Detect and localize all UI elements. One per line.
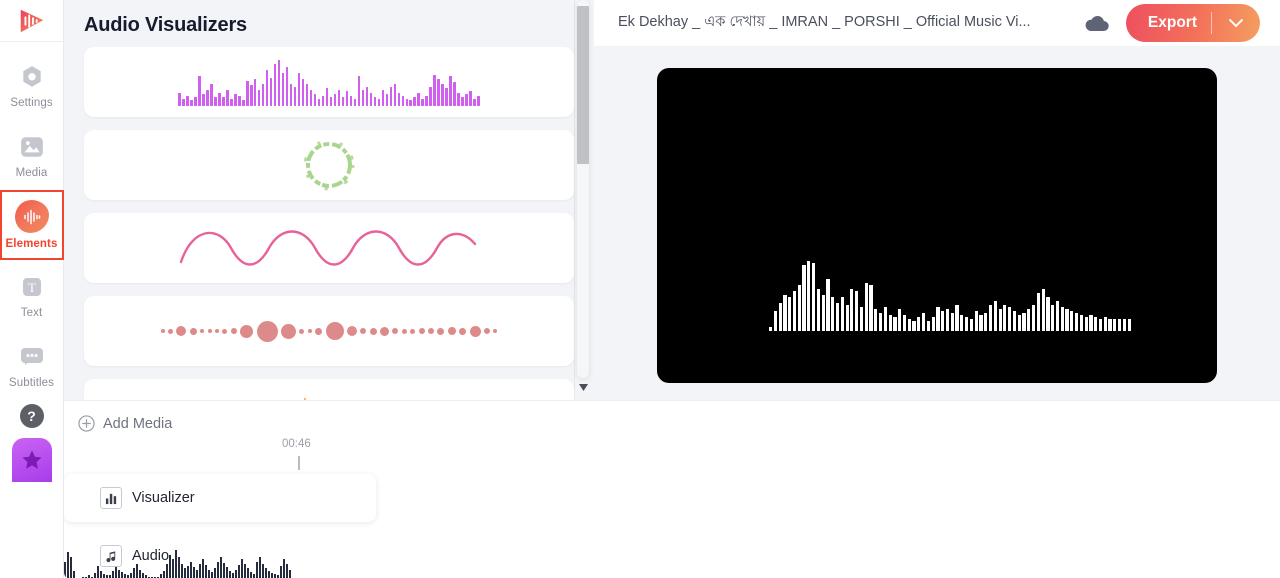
wave-play-logo-icon [20, 9, 43, 32]
help-button[interactable]: ? [19, 404, 44, 428]
upgrade-star-button[interactable] [11, 438, 52, 482]
sidebar-item-label: Media [15, 166, 48, 179]
page-title: Audio Visualizers [84, 14, 247, 36]
track-label: Audio [132, 548, 170, 564]
sidebar-item-text[interactable]: T Text [0, 260, 64, 330]
timeline-track-audio[interactable]: Audio [64, 532, 376, 578]
captions-icon [17, 342, 47, 372]
scrollbar-thumb[interactable] [577, 6, 589, 164]
top-header-bar: Ek Dekhay _ এক দেখায় _ IMRAN _ PORSHI _… [594, 0, 1280, 46]
visualizer-card-circle[interactable] [84, 130, 574, 200]
sidebar-item-label: Text [20, 306, 43, 319]
ring-preview [301, 137, 357, 193]
audio-editor-app: Settings Media Elements T Text Subtitles… [0, 0, 1280, 578]
add-media-label: Add Media [103, 415, 173, 432]
image-icon [17, 132, 47, 162]
visualizer-card-amber-bars[interactable] [84, 379, 574, 400]
visualizer-card-list [64, 47, 594, 400]
video-canvas[interactable] [657, 68, 1217, 383]
timeline-track-visualizer[interactable]: Visualizer [64, 474, 376, 522]
video-preview-area [594, 46, 1280, 396]
sine-wave-preview [179, 230, 477, 266]
project-title[interactable]: Ek Dekhay _ এক দেখায় _ IMRAN _ PORSHI _… [618, 11, 1031, 35]
visualizer-card-wave[interactable] [84, 213, 574, 283]
sidebar-item-label: Subtitles [8, 376, 54, 389]
app-logo[interactable] [0, 0, 64, 42]
panel-scrollbar[interactable] [574, 0, 589, 400]
star-icon [22, 450, 41, 469]
cloud-save-icon[interactable] [1084, 13, 1110, 33]
timeline-ruler[interactable]: 00:46 [64, 438, 1280, 472]
export-button[interactable]: Export [1125, 4, 1260, 42]
sidebar-item-label: Settings [10, 96, 53, 109]
add-media-button[interactable]: Add Media [64, 401, 172, 432]
svg-text:T: T [28, 280, 36, 295]
scroll-down-arrow-icon[interactable] [578, 382, 588, 392]
sidebar-item-media[interactable]: Media [0, 120, 64, 190]
bar-chart-icon [100, 487, 122, 509]
track-label: Visualizer [132, 490, 195, 506]
sidebar-item-elements[interactable]: Elements [0, 190, 64, 260]
dots-preview [160, 316, 498, 346]
visualizer-card-bars[interactable] [84, 47, 574, 117]
sidebar-item-settings[interactable]: Settings [0, 50, 64, 120]
audio-visualizers-panel: Audio Visualizers [64, 0, 594, 400]
canvas-visualizer-bars [769, 221, 1131, 331]
gear-icon [17, 62, 47, 92]
timeline-area: Add Media 00:46 Visualizer Audio [64, 400, 1280, 578]
music-note-icon [100, 545, 122, 567]
sidebar-item-label: Elements [5, 238, 58, 250]
sidebar-item-subtitles[interactable]: Subtitles [0, 330, 64, 400]
time-marker-label: 00:46 [282, 438, 311, 450]
visualizer-card-dots[interactable] [84, 296, 574, 366]
plus-circle-icon [78, 415, 95, 432]
playhead[interactable] [298, 456, 300, 470]
waveform-icon [14, 200, 49, 233]
amber-bars-preview [220, 390, 438, 400]
chevron-down-icon[interactable] [1212, 18, 1260, 28]
left-sidebar: Settings Media Elements T Text Subtitles… [0, 0, 64, 578]
bars-preview [178, 58, 480, 106]
text-t-icon: T [17, 272, 47, 302]
export-button-label: Export [1147, 14, 1197, 31]
